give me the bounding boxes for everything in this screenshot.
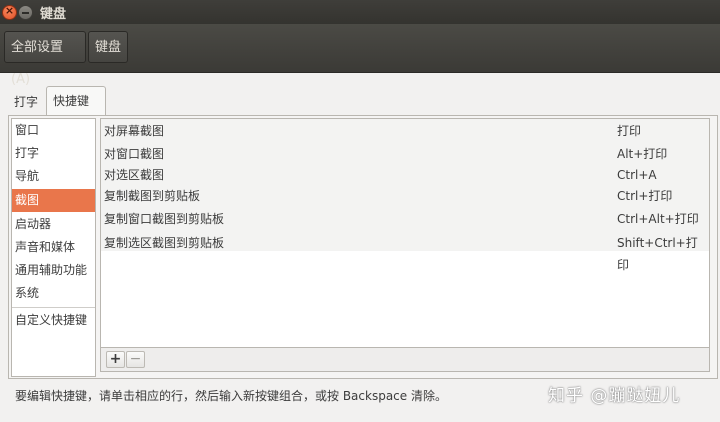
category-item-launchers[interactable]: 启动器 xyxy=(12,213,95,236)
shortcut-accel: Ctrl+Alt+打印 xyxy=(617,212,699,226)
shortcut-action: 对屏幕截图 xyxy=(104,124,165,138)
shortcut-row[interactable]: 对屏幕截图 打印 xyxy=(101,120,709,142)
minimize-icon xyxy=(22,12,29,14)
window-title: 键盘 xyxy=(40,7,67,22)
category-item-universal-access[interactable]: 通用辅助功能 xyxy=(12,259,95,282)
shortcut-row[interactable]: 对选区截图 Ctrl+A xyxy=(101,164,709,186)
header-toolbar: 全部设置(A) 键盘 xyxy=(0,24,720,87)
shortcut-action: 复制截图到剪贴板 xyxy=(104,189,201,203)
category-item-typing[interactable]: 打字 xyxy=(12,142,95,165)
shortcut-accel: Ctrl+打印 xyxy=(617,189,673,203)
window-titlebar: × 键盘 xyxy=(0,0,720,24)
close-window-button[interactable]: × xyxy=(2,4,17,20)
shortcut-row[interactable]: 对窗口截图 Alt+打印 xyxy=(101,143,709,165)
shortcut-category-list: 窗口 打字 导航 截图 启动器 声音和媒体 通用辅助功能 系统 自定义快捷键 xyxy=(11,118,96,377)
shortcut-table: 对屏幕截图 打印 对窗口截图 Alt+打印 对选区截图 Ctrl+A 复制截图到… xyxy=(100,118,710,348)
shortcut-action: 对窗口截图 xyxy=(104,147,165,161)
watermark: 知乎 @蹦跶妞儿 xyxy=(548,386,681,406)
shortcut-row[interactable]: 复制选区截图到剪贴板 Shift+Ctrl+打印 xyxy=(101,232,709,272)
close-icon: × xyxy=(4,4,15,17)
minimize-window-button[interactable] xyxy=(18,5,33,20)
category-item-navigation[interactable]: 导航 xyxy=(12,165,95,188)
hint-text: 要编辑快捷键，请单击相应的行，然后输入新按键组合，或按 Backspace 清除… xyxy=(15,389,447,403)
category-separator xyxy=(12,307,95,308)
category-item-custom[interactable]: 自定义快捷键 xyxy=(12,309,95,332)
tab-shortcuts[interactable]: 快捷键 xyxy=(46,86,106,115)
category-item-system[interactable]: 系统 xyxy=(12,282,95,305)
category-item-screenshots[interactable]: 截图 xyxy=(12,189,95,212)
breadcrumb-current[interactable]: 键盘 xyxy=(88,31,128,63)
shortcut-accel: Ctrl+A xyxy=(617,168,657,182)
shortcut-row[interactable]: 复制截图到剪贴板 Ctrl+打印 xyxy=(101,185,709,207)
list-toolbar: + − xyxy=(100,348,710,372)
shortcut-action: 复制窗口截图到剪贴板 xyxy=(104,212,225,226)
shortcut-action: 复制选区截图到剪贴板 xyxy=(104,236,225,250)
tab-typing[interactable]: 打字 xyxy=(8,89,46,115)
category-item-windows[interactable]: 窗口 xyxy=(12,119,95,142)
category-item-sound-media[interactable]: 声音和媒体 xyxy=(12,236,95,259)
shortcut-row[interactable]: 复制窗口截图到剪贴板 Ctrl+Alt+打印 xyxy=(101,208,709,230)
all-settings-button[interactable]: 全部设置(A) xyxy=(4,31,86,87)
shortcut-action: 对选区截图 xyxy=(104,168,165,182)
shortcut-accel: Alt+打印 xyxy=(617,147,668,161)
shortcut-accel: Shift+Ctrl+打印 xyxy=(617,236,698,272)
add-shortcut-button[interactable]: + xyxy=(106,351,125,368)
remove-shortcut-button[interactable]: − xyxy=(126,351,145,368)
shortcut-accel: 打印 xyxy=(617,124,642,138)
